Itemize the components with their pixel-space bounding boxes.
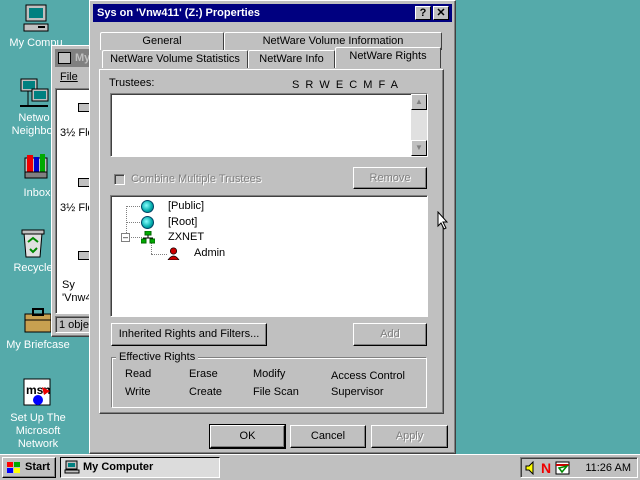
effective-rights-label: Effective Rights [116, 351, 199, 363]
globe-icon [141, 200, 154, 213]
tree-item-label: [Root] [168, 216, 198, 228]
windows-logo-icon [7, 462, 20, 473]
apply-button[interactable]: Apply [371, 425, 448, 448]
trustee-tree[interactable]: [Public] [Root] – ZXNET Admin [110, 195, 428, 317]
inherited-rights-label: Inherited Rights and Filters... [118, 328, 260, 340]
taskbar-button-my-computer[interactable]: My Computer [60, 457, 220, 478]
tab-netware-rights[interactable]: NetWare Rights [335, 47, 441, 68]
trustees-list[interactable]: ▲ ▼ [110, 93, 428, 157]
right-file-scan: File Scan [253, 386, 299, 398]
tab-netware-info[interactable]: NetWare Info [248, 50, 335, 68]
right-supervisor: Supervisor [331, 386, 384, 398]
right-erase: Erase [189, 368, 218, 380]
taskbar: Start My Computer N 11:26 AM [0, 454, 640, 480]
start-label: Start [25, 461, 51, 473]
ok-button-label: OK [239, 430, 256, 442]
right-access-control: Access Control [331, 370, 405, 382]
right-write: Write [125, 386, 151, 398]
close-button[interactable]: ✕ [433, 6, 449, 20]
tab-netware-volume-statistics[interactable]: NetWare Volume Statistics [102, 50, 248, 68]
tree-item-label: Admin [194, 247, 226, 259]
dialog-titlebar[interactable]: Sys on 'Vnw411' (Z:) Properties ? ✕ [93, 4, 452, 22]
network-org-icon [141, 231, 155, 244]
desktop-icon-label: My Briefcase [6, 339, 70, 351]
properties-dialog: Sys on 'Vnw411' (Z:) Properties ? ✕ Gene… [89, 0, 456, 454]
rights-header: S R W E C M F A [292, 79, 399, 91]
netware-icon[interactable]: N [541, 460, 551, 476]
right-modify: Modify [253, 368, 286, 380]
ok-button[interactable]: OK [209, 424, 286, 449]
combine-trustees-checkbox[interactable] [114, 174, 125, 185]
tab-panel-netware-rights: Trustees: S R W E C M F A ▲ ▼ Combine Mu… [99, 69, 444, 414]
mouse-cursor-icon [437, 211, 449, 230]
recycle-bin-icon [17, 227, 49, 259]
speaker-icon[interactable] [525, 461, 539, 475]
right-read: Read [125, 368, 152, 380]
globe-icon [141, 216, 154, 229]
desktop-icon-msn[interactable]: msn Set Up The Microsoft Network [0, 377, 77, 451]
remove-button-label: Remove [369, 172, 411, 184]
scroll-down-button[interactable]: ▼ [411, 140, 427, 156]
inbox-icon [21, 152, 53, 184]
add-button-label: Add [380, 328, 400, 340]
collapse-toggle[interactable]: – [121, 233, 130, 242]
apply-button-label: Apply [395, 430, 424, 442]
cancel-button[interactable]: Cancel [290, 425, 366, 448]
taskbar-button-label: My Computer [83, 461, 154, 473]
tree-item-label: ZXNET [168, 231, 205, 243]
msn-icon: msn [22, 377, 54, 409]
combine-trustees-label: Combine Multiple Trustees [131, 173, 262, 185]
network-icon [18, 77, 50, 109]
clock: 11:26 AM [585, 462, 631, 474]
window-icon [58, 52, 71, 64]
desktop-icon-label: Set Up The Microsoft Network [10, 412, 66, 450]
start-button[interactable]: Start [2, 457, 56, 478]
briefcase-icon [22, 304, 54, 336]
tab-general[interactable]: General [100, 32, 224, 50]
right-create: Create [189, 386, 223, 398]
help-button[interactable]: ? [415, 6, 431, 20]
window-title: My [75, 52, 91, 64]
trustees-label: Trustees: [109, 77, 155, 89]
remove-button[interactable]: Remove [353, 167, 427, 189]
desktop-icon-my-computer[interactable]: My Compu [0, 2, 75, 50]
my-computer-icon [20, 2, 52, 34]
my-computer-icon [64, 460, 80, 474]
menu-file[interactable]: File [60, 71, 78, 83]
add-button[interactable]: Add [353, 323, 427, 346]
scroll-up-button[interactable]: ▲ [411, 94, 427, 110]
user-icon [167, 247, 180, 260]
cancel-button-label: Cancel [310, 430, 346, 442]
tree-item-label: [Public] [168, 200, 205, 212]
scheduler-icon[interactable] [555, 460, 571, 476]
system-tray: N 11:26 AM [520, 457, 638, 478]
dialog-title: Sys on 'Vnw411' (Z:) Properties [97, 7, 260, 19]
inherited-rights-button[interactable]: Inherited Rights and Filters... [111, 323, 267, 346]
trustees-scrollbar[interactable]: ▲ ▼ [411, 94, 427, 156]
